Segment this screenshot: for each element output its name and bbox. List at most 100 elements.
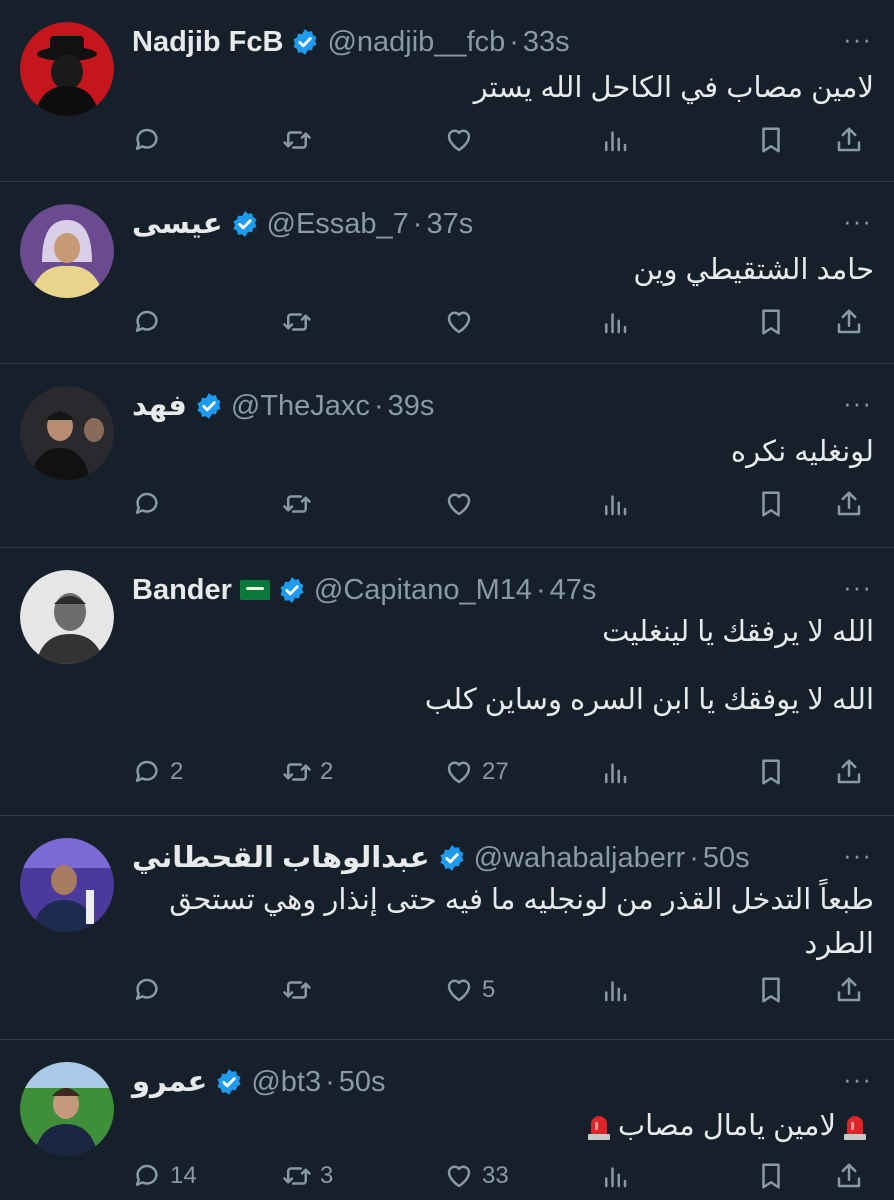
more-options-icon[interactable]: ··· [843, 206, 872, 237]
avatar[interactable] [20, 204, 114, 298]
avatar[interactable] [20, 570, 114, 664]
police-light-icon [844, 1116, 866, 1141]
reply-button[interactable]: 14 [132, 1156, 197, 1196]
avatar[interactable] [20, 838, 114, 932]
views-button[interactable] [600, 752, 630, 792]
share-button[interactable] [834, 484, 864, 524]
views-button[interactable] [600, 120, 630, 160]
views-button[interactable] [600, 484, 630, 524]
retweet-button[interactable] [282, 484, 320, 524]
avatar[interactable] [20, 386, 114, 480]
bookmark-button[interactable] [756, 752, 786, 792]
share-button[interactable] [834, 1156, 864, 1196]
verified-badge-icon [232, 211, 257, 237]
tweet[interactable]: Nadjib FcB @nadjib__fcb · 33s ··· لامين … [0, 0, 894, 182]
share-button[interactable] [834, 752, 864, 792]
retweet-button[interactable] [282, 302, 320, 342]
bookmark-icon [762, 1163, 780, 1189]
views-button[interactable] [600, 1156, 630, 1196]
user-handle[interactable]: @bt3 [251, 1064, 321, 1100]
avatar[interactable] [20, 1062, 114, 1156]
more-options-icon[interactable]: ··· [843, 1064, 872, 1095]
purple-hood-avatar-icon [20, 204, 114, 298]
retweet-button[interactable] [282, 970, 320, 1010]
like-button[interactable] [444, 484, 482, 524]
tweet[interactable]: عمرو @bt3 · 50s ··· لامين يامال مصاب 14 … [0, 1040, 894, 1200]
bookmark-button[interactable] [756, 302, 786, 342]
tweet[interactable]: عيسى @Essab_7 · 37s ··· حامد الشتقيطي وي… [0, 182, 894, 364]
retweet-icon [283, 313, 311, 331]
more-options-icon[interactable]: ··· [843, 24, 872, 55]
share-icon [837, 127, 861, 152]
reply-button[interactable] [132, 120, 170, 160]
user-handle[interactable]: @Capitano_M14 [314, 572, 532, 608]
tweet[interactable]: فهد @TheJaxc · 39s ··· لونغليه نكره [0, 364, 894, 548]
more-options-icon[interactable]: ··· [843, 388, 872, 419]
views-button[interactable] [600, 302, 630, 342]
timestamp[interactable]: 39s [388, 388, 435, 424]
separator-dot: · [325, 1066, 335, 1098]
tweet-text: لامين مصاب في الكاحل الله يستر [132, 66, 874, 110]
grayscale-player-avatar-icon [20, 570, 114, 664]
timestamp[interactable]: 47s [550, 572, 597, 608]
share-button[interactable] [834, 302, 864, 342]
avatar[interactable] [20, 22, 114, 116]
display-name[interactable]: فهد [132, 388, 187, 424]
like-button[interactable] [444, 120, 482, 160]
tweet[interactable]: Bander @Capitano_M14 · 47s ··· الله لا ي… [0, 548, 894, 816]
share-icon [837, 309, 861, 334]
timestamp[interactable]: 33s [523, 24, 570, 60]
police-light-icon [587, 1116, 610, 1141]
bookmark-button[interactable] [756, 484, 786, 524]
timestamp[interactable]: 50s [339, 1064, 386, 1100]
bookmark-button[interactable] [756, 1156, 786, 1196]
separator-dot: · [509, 26, 519, 58]
reply-button[interactable]: 2 [132, 752, 183, 792]
dark-group-avatar-icon [20, 386, 114, 480]
retweet-button[interactable]: 2 [282, 752, 333, 792]
display-name[interactable]: Nadjib FcB [132, 24, 283, 60]
tweet-header: عمرو @bt3 · 50s [132, 1064, 834, 1100]
share-button[interactable] [834, 120, 864, 160]
timestamp[interactable]: 50s [703, 840, 750, 876]
bookmark-icon [762, 759, 780, 785]
retweet-button[interactable] [282, 120, 320, 160]
like-count: 27 [482, 758, 509, 785]
retweet-icon [283, 495, 311, 513]
like-button[interactable] [444, 302, 482, 342]
user-handle[interactable]: @wahabaljaberr [474, 840, 686, 876]
reply-button[interactable] [132, 302, 170, 342]
tweet-text-line: لامين يامال مصاب [132, 1104, 874, 1148]
display-name[interactable]: عيسى [132, 206, 223, 242]
more-options-icon[interactable]: ··· [843, 840, 872, 871]
like-count: 5 [482, 976, 496, 1003]
retweet-icon [283, 131, 311, 149]
share-button[interactable] [834, 970, 864, 1010]
bookmark-icon [762, 977, 780, 1003]
like-button[interactable]: 5 [444, 970, 495, 1010]
reply-button[interactable] [132, 970, 170, 1010]
tweet-text-content: لامين يامال مصاب [617, 1110, 836, 1142]
share-icon [837, 491, 861, 516]
dark-hat-avatar-icon [20, 22, 114, 116]
display-name[interactable]: Bander [132, 572, 232, 608]
more-options-icon[interactable]: ··· [843, 572, 872, 603]
reply-button[interactable] [132, 484, 170, 524]
user-handle[interactable]: @TheJaxc [231, 388, 370, 424]
views-button[interactable] [600, 970, 630, 1010]
user-handle[interactable]: @nadjib__fcb [327, 24, 505, 60]
bookmark-button[interactable] [756, 970, 786, 1010]
tweet-text-line: الله لا يرفقك يا لينغليت [602, 616, 874, 648]
retweet-button[interactable]: 3 [282, 1156, 333, 1196]
display-name[interactable]: عمرو [132, 1064, 207, 1100]
like-button[interactable]: 33 [444, 1156, 509, 1196]
bookmark-button[interactable] [756, 120, 786, 160]
separator-dot: · [412, 208, 423, 240]
timestamp[interactable]: 37s [426, 206, 473, 242]
display-name[interactable]: عبدالوهاب القحطاني [132, 840, 430, 876]
verified-badge-icon [280, 577, 304, 603]
tweet[interactable]: عبدالوهاب القحطاني @wahabaljaberr · 50s … [0, 816, 894, 1040]
heart-icon [447, 1165, 471, 1188]
user-handle[interactable]: @Essab_7 [267, 206, 409, 242]
like-button[interactable]: 27 [444, 752, 509, 792]
